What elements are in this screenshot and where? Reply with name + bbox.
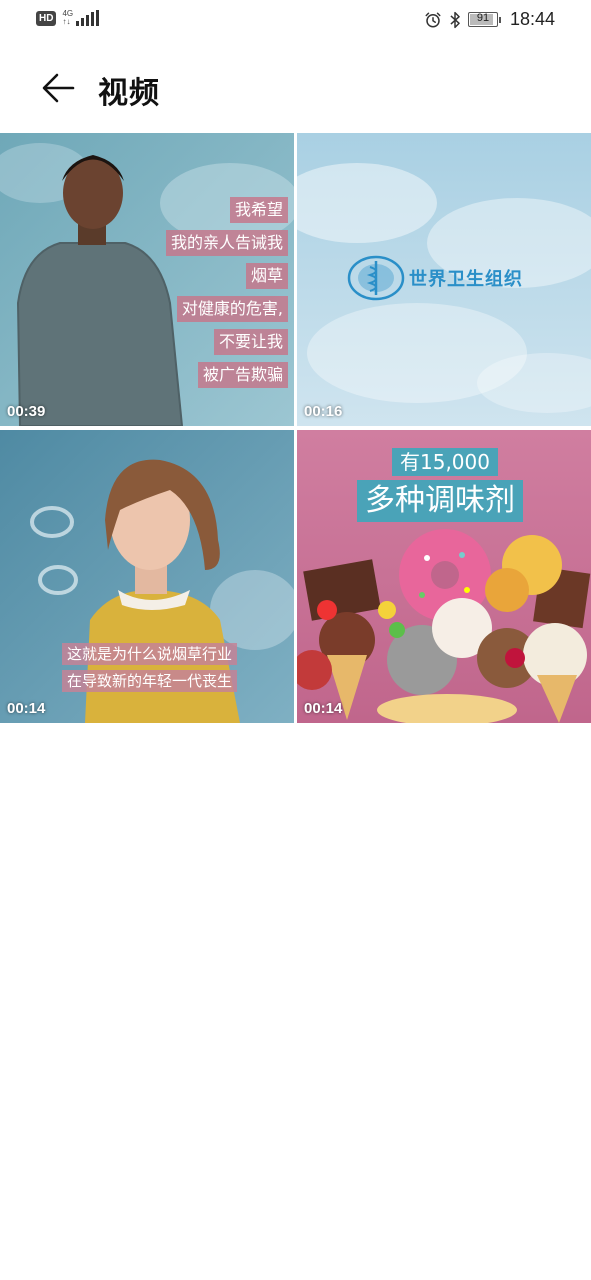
arrow-left-icon — [42, 73, 75, 103]
caption-line: 在导致新的年轻一代丧生 — [62, 670, 238, 692]
bluetooth-icon — [450, 11, 460, 28]
caption-line: 不要让我 — [213, 329, 288, 355]
alarm-icon — [425, 12, 441, 27]
clock: 18:44 — [509, 9, 555, 29]
back-button[interactable] — [34, 64, 82, 112]
caption-line: 对健康的危害, — [176, 296, 288, 322]
who-emblem-icon — [347, 255, 405, 301]
page-title: 视频 — [98, 76, 160, 111]
who-logo-text: 世界卫生组织 — [409, 269, 523, 290]
video-thumbnail-2[interactable]: 世界卫生组织 00:16 — [297, 133, 591, 426]
video-duration: 00:14 — [304, 700, 343, 717]
video-duration: 00:39 — [7, 403, 46, 420]
signal-icon: 4G ↑↓ — [62, 10, 100, 26]
caption-line: 这就是为什么说烟草行业 — [62, 643, 238, 665]
video-duration: 00:16 — [304, 403, 343, 420]
headline-badge: 有15,000 — [392, 448, 498, 476]
status-bar: HD 4G ↑↓ 91 18:44 — [0, 0, 591, 40]
video-thumbnail-3[interactable]: 这就是为什么说烟草行业 在导致新的年轻一代丧生 00:14 — [0, 430, 294, 723]
caption-line: 我的亲人告诫我 — [165, 230, 288, 256]
video-thumbnail-4[interactable]: 有15,000 多种调味剂 00:14 — [297, 430, 591, 723]
caption-line: 烟草 — [245, 263, 288, 289]
status-right: 91 18:44 — [424, 9, 555, 30]
video-thumbnail-1[interactable]: 我希望 我的亲人告诫我 烟草 对健康的危害, 不要让我 被广告欺骗 00:39 — [0, 133, 294, 426]
status-left: HD 4G ↑↓ — [36, 10, 100, 26]
battery-icon: 91 — [467, 12, 501, 27]
battery-percent: 91 — [476, 12, 490, 24]
app-header: 视频 — [0, 40, 591, 132]
caption-line: 我希望 — [229, 197, 288, 223]
caption-line: 被广告欺骗 — [197, 362, 288, 388]
video-duration: 00:14 — [7, 700, 46, 717]
hd-badge: HD — [36, 10, 57, 26]
who-logo: 世界卫生组织 — [347, 255, 523, 301]
headline-badge-large: 多种调味剂 — [357, 480, 523, 522]
